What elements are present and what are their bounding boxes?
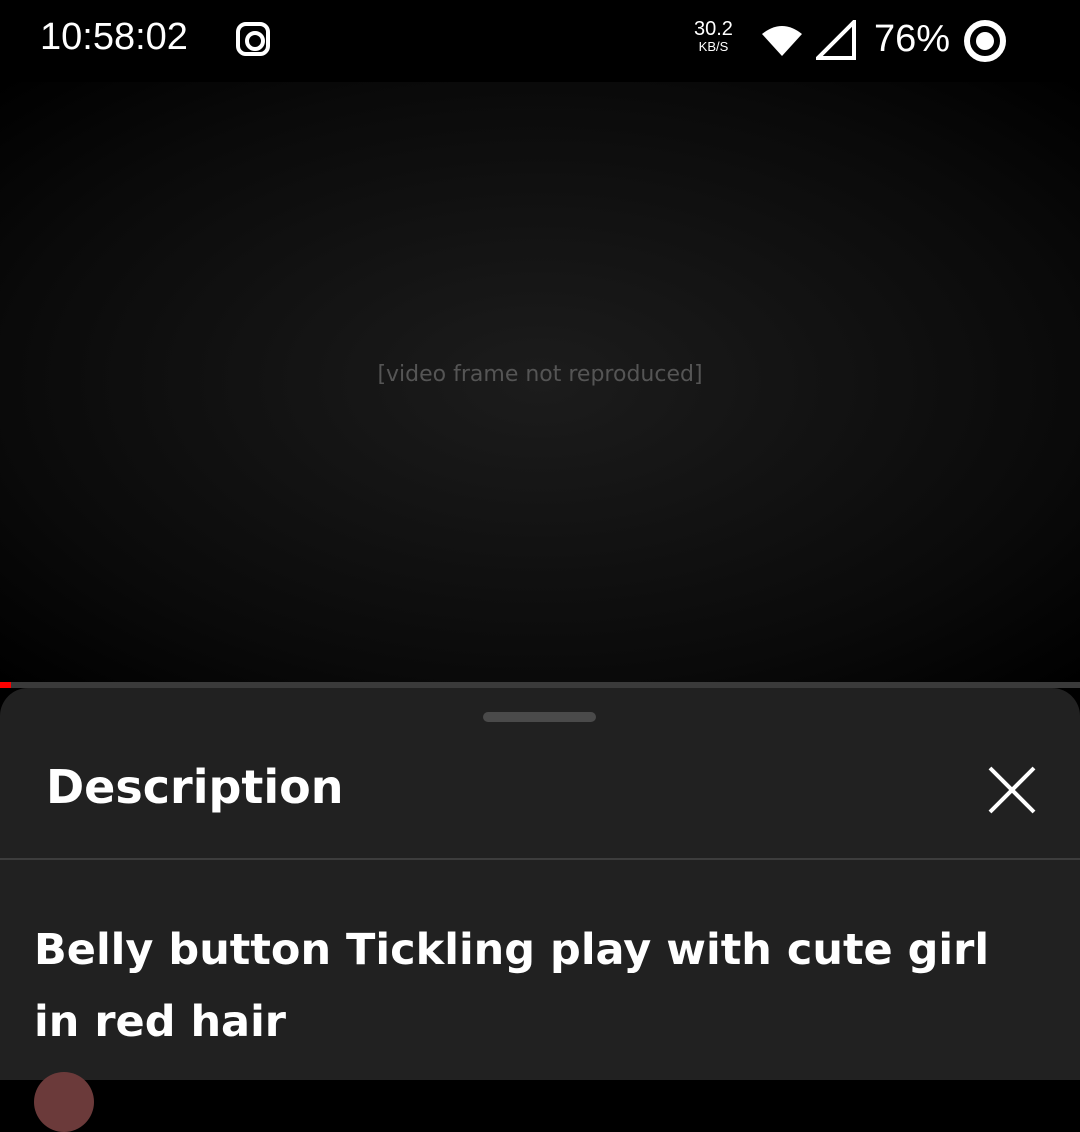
wifi-icon [762,26,802,56]
video-frame-placeholder: [video frame not reproduced] [377,362,703,387]
battery-saver-icon [964,20,1006,62]
network-speed: 30.2 KB/S [694,18,733,56]
network-speed-unit: KB/S [698,39,729,54]
close-button[interactable] [980,758,1044,822]
description-sheet: Description Belly button Tickling play w… [0,688,1080,1132]
status-bar: 10:58:02 30.2 KB/S 76% [0,0,1080,82]
progress-fill [0,682,11,688]
clock: 10:58:02 [40,16,188,58]
battery-percent: 76% [874,18,951,60]
video-title: Belly button Tickling play with cute gir… [34,925,990,1047]
video-player[interactable]: [video frame not reproduced] [0,82,1080,682]
drag-handle[interactable] [483,712,596,722]
channel-avatar[interactable] [34,1072,94,1132]
network-speed-value: 30.2 [694,18,733,40]
sheet-heading: Description [46,760,344,814]
close-icon [988,766,1036,814]
divider [0,858,1080,860]
signal-icon [816,20,856,60]
instagram-icon [236,22,270,56]
